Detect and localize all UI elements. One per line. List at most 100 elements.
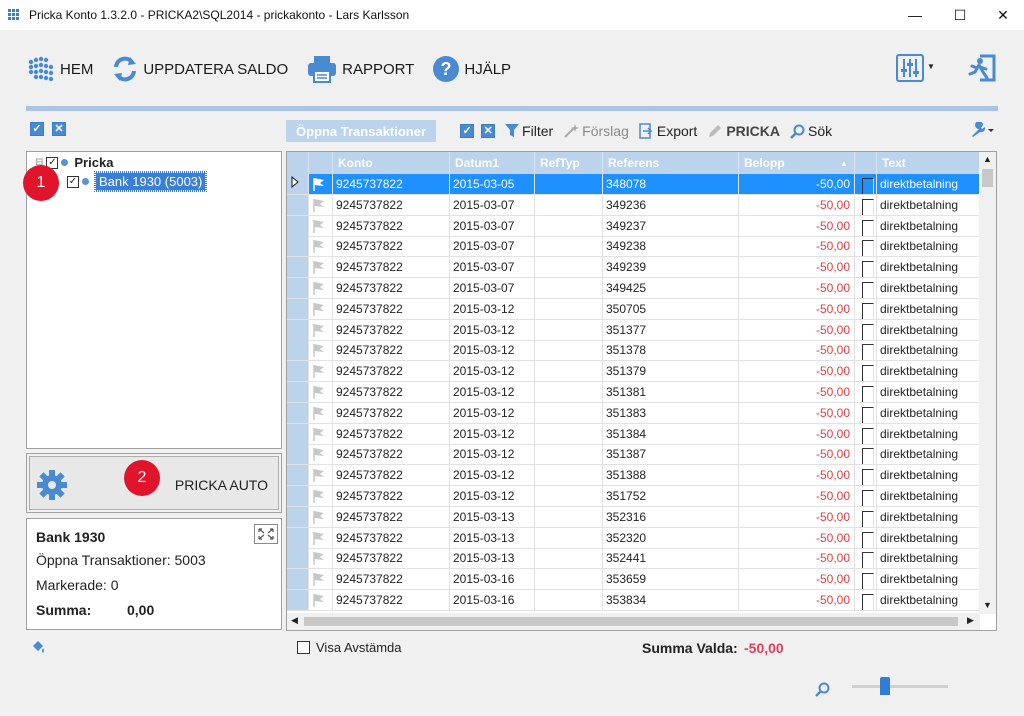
cell-reftyp[interactable] — [535, 278, 603, 299]
cell-referens[interactable]: 348078 — [603, 174, 739, 195]
row-checkbox-cell[interactable] — [855, 444, 877, 466]
cell-text[interactable]: direktbetalning — [877, 486, 980, 507]
header-referens[interactable]: Referens — [603, 152, 739, 174]
cell-belopp[interactable]: -50,00 — [739, 486, 855, 507]
row-indicator[interactable] — [287, 236, 309, 258]
flag-icon[interactable] — [312, 260, 326, 275]
cell-konto[interactable]: 9245737822 — [333, 402, 450, 424]
zoom-slider-thumb[interactable] — [880, 677, 890, 695]
check-all-icon[interactable]: ✓ — [30, 122, 44, 136]
cell-reftyp[interactable] — [535, 548, 603, 570]
cell-reftyp[interactable] — [535, 569, 603, 591]
table-row[interactable]: 9245737822 2015-03-12 351387 -50,00 direktbe… — [287, 444, 980, 466]
row-flag[interactable] — [309, 465, 333, 487]
cell-text[interactable]: direktbetalning — [877, 548, 980, 570]
cell-reftyp[interactable] — [535, 257, 603, 279]
row-checkbox-cell[interactable] — [855, 319, 877, 341]
table-row[interactable]: 9245737822 2015-03-13 352441 -50,00 direktbe… — [287, 548, 980, 570]
row-checkbox[interactable] — [862, 469, 874, 486]
cell-reftyp[interactable] — [535, 444, 603, 466]
cell-text[interactable]: direktbetalning — [877, 590, 980, 611]
row-indicator[interactable] — [287, 174, 309, 195]
row-checkbox[interactable] — [862, 219, 874, 236]
row-flag[interactable] — [309, 569, 333, 591]
cell-konto[interactable]: 9245737822 — [333, 194, 450, 216]
cell-referens[interactable]: 351377 — [603, 319, 739, 341]
row-checkbox[interactable] — [862, 198, 874, 215]
cell-text[interactable]: direktbetalning — [877, 444, 980, 466]
flag-icon[interactable] — [312, 406, 326, 420]
flag-icon[interactable] — [312, 219, 326, 233]
cell-konto[interactable]: 9245737822 — [333, 423, 450, 445]
scroll-up-icon[interactable]: ▲ — [983, 154, 992, 164]
cell-text[interactable]: direktbetalning — [877, 382, 980, 403]
row-indicator[interactable] — [287, 548, 309, 570]
cell-reftyp[interactable] — [535, 590, 603, 611]
row-indicator[interactable] — [287, 569, 309, 591]
cell-konto[interactable]: 9245737822 — [333, 361, 450, 383]
row-checkbox[interactable] — [862, 594, 874, 610]
row-checkbox-cell[interactable] — [855, 423, 877, 445]
cell-belopp[interactable]: -50,00 — [739, 402, 855, 424]
row-flag[interactable] — [309, 340, 333, 362]
cell-reftyp[interactable] — [535, 194, 603, 216]
row-checkbox[interactable] — [862, 406, 874, 423]
row-indicator[interactable] — [287, 402, 309, 424]
cell-reftyp[interactable] — [535, 527, 603, 549]
table-row[interactable]: 9245737822 2015-03-12 351384 -50,00 direktbe… — [287, 423, 980, 445]
flag-icon[interactable] — [312, 239, 326, 254]
row-indicator[interactable] — [287, 361, 309, 383]
cell-text[interactable]: direktbetalning — [877, 465, 980, 487]
row-flag[interactable] — [309, 298, 333, 320]
row-checkbox-cell[interactable] — [855, 298, 877, 320]
cell-konto[interactable]: 9245737822 — [333, 569, 450, 591]
flag-icon[interactable] — [312, 510, 326, 524]
cell-text[interactable]: direktbetalning — [877, 194, 980, 216]
row-checkbox-cell[interactable] — [855, 257, 877, 279]
cell-text[interactable]: direktbetalning — [877, 340, 980, 362]
cell-konto[interactable]: 9245737822 — [333, 340, 450, 362]
cell-belopp[interactable]: -50,00 — [739, 590, 855, 611]
row-checkbox-cell[interactable] — [855, 548, 877, 570]
cell-referens[interactable]: 352441 — [603, 548, 739, 570]
cell-belopp[interactable]: -50,00 — [739, 215, 855, 237]
cell-referens[interactable]: 351383 — [603, 402, 739, 424]
flag-icon[interactable] — [312, 343, 326, 358]
zoom-icon[interactable] — [815, 682, 831, 698]
row-flag[interactable] — [309, 423, 333, 445]
cell-datum[interactable]: 2015-03-12 — [450, 486, 535, 507]
cell-belopp[interactable]: -50,00 — [739, 298, 855, 320]
cell-text[interactable]: direktbetalning — [877, 278, 980, 299]
export-button[interactable]: Export — [639, 123, 697, 139]
table-row[interactable]: 9245737822 2015-03-12 350705 -50,00 direktbe… — [287, 298, 980, 320]
flag-icon[interactable] — [312, 198, 326, 212]
table-row[interactable]: 9245737822 2015-03-12 351383 -50,00 direktbe… — [287, 402, 980, 424]
row-indicator[interactable] — [287, 506, 309, 528]
wrench-icon[interactable] — [970, 122, 994, 138]
cell-referens[interactable]: 349239 — [603, 257, 739, 279]
cell-belopp[interactable]: -50,00 — [739, 278, 855, 299]
cell-reftyp[interactable] — [535, 340, 603, 362]
row-checkbox-cell[interactable] — [855, 236, 877, 258]
cell-reftyp[interactable] — [535, 465, 603, 487]
cell-reftyp[interactable] — [535, 382, 603, 403]
cell-konto[interactable]: 9245737822 — [333, 590, 450, 611]
table-row[interactable]: 9245737822 2015-03-12 351752 -50,00 direktbe… — [287, 486, 980, 507]
row-checkbox[interactable] — [862, 531, 874, 548]
row-flag[interactable] — [309, 194, 333, 216]
flag-icon[interactable] — [312, 551, 326, 566]
cell-text[interactable]: direktbetalning — [877, 423, 980, 445]
table-row[interactable]: 9245737822 2015-03-16 353834 -50,00 direktbe… — [287, 590, 980, 611]
row-checkbox-cell[interactable] — [855, 174, 877, 195]
exit-icon[interactable] — [966, 52, 998, 84]
home-button[interactable]: HEM — [26, 54, 93, 84]
row-checkbox-cell[interactable] — [855, 402, 877, 424]
scroll-left-icon[interactable]: ◀ — [291, 615, 298, 626]
table-row[interactable]: 9245737822 2015-03-12 351381 -50,00 direktbe… — [287, 382, 980, 403]
cell-belopp[interactable]: -50,00 — [739, 319, 855, 341]
cell-datum[interactable]: 2015-03-12 — [450, 382, 535, 403]
cell-belopp[interactable]: -50,00 — [739, 506, 855, 528]
cell-reftyp[interactable] — [535, 423, 603, 445]
row-checkbox[interactable] — [862, 178, 874, 194]
flag-icon[interactable] — [312, 593, 326, 607]
